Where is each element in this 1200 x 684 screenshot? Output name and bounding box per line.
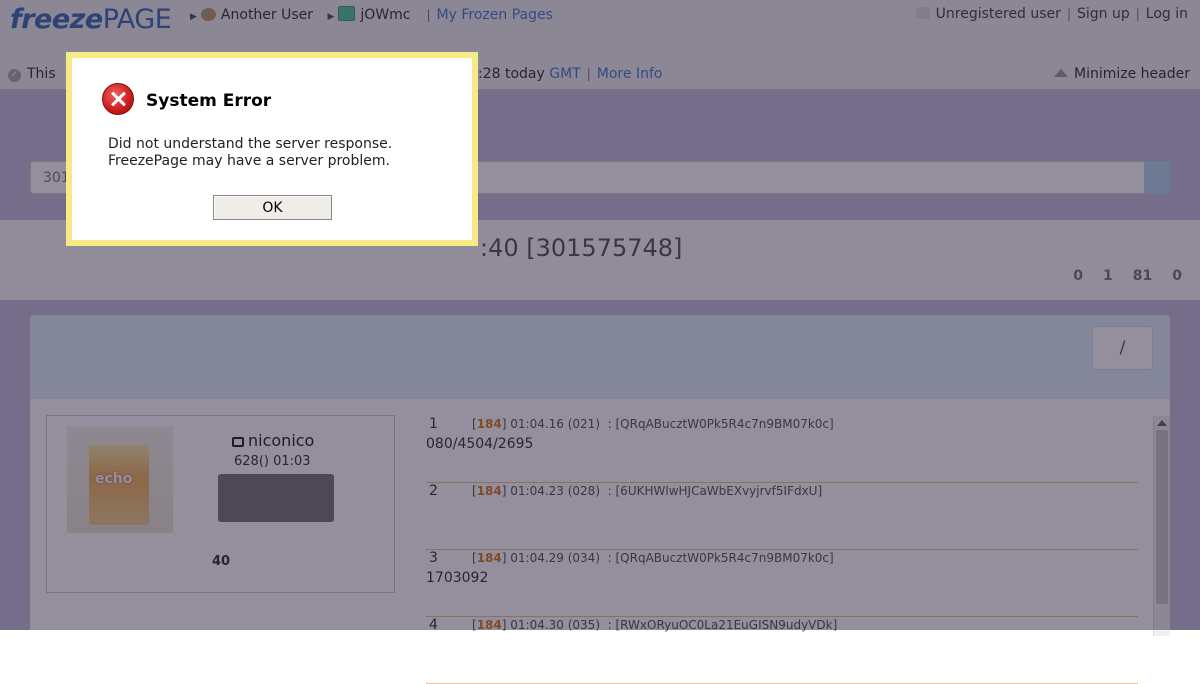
dialog-message: Did not understand the server response. … — [108, 136, 392, 170]
ok-button[interactable]: OK — [213, 195, 332, 220]
dialog-title: System Error — [146, 91, 272, 111]
error-icon — [102, 83, 134, 115]
system-error-dialog: System Error Did not understand the serv… — [66, 52, 478, 246]
dialog-message-line: Did not understand the server response. — [108, 136, 393, 152]
dialog-message-line: FreezePage may have a server problem. — [108, 153, 390, 169]
